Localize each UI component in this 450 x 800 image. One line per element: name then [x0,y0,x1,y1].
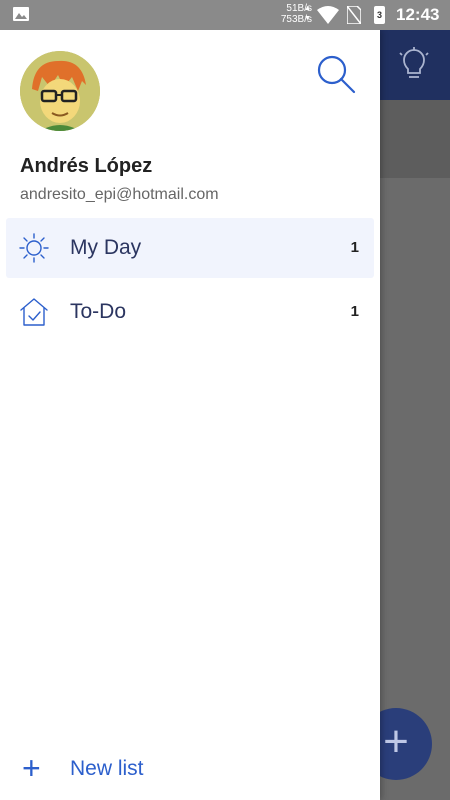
user-email: andresito_epi@hotmail.com [20,186,219,203]
status-bar: 51B/s 753B/s ▲ ▼ 3 12:43 [0,0,450,30]
image-icon [13,7,29,21]
nav-item-count: 1 [350,239,359,256]
user-name: Andrés López [20,155,153,177]
wifi-icon [317,6,339,24]
battery-icon: 3 [374,6,385,24]
nav-item-count: 1 [350,303,359,320]
lightbulb-icon[interactable] [397,47,431,83]
nav-item-label: My Day [70,236,142,259]
nav-item-my-day[interactable]: My Day 1 [6,218,374,278]
new-list-button[interactable]: + New list [20,750,220,790]
plus-icon: + [22,750,41,786]
avatar-image [20,51,100,131]
nav-item-label: To-Do [70,300,127,323]
avatar[interactable] [20,51,100,131]
sun-icon [19,233,49,263]
navigation-drawer: Andrés López andresito_epi@hotmail.com M… [0,30,380,800]
no-sim-icon [347,6,361,24]
nav-item-to-do[interactable]: To-Do 1 [6,282,374,342]
search-icon[interactable] [314,52,358,96]
clock: 12:43 [396,5,440,24]
home-check-icon [20,298,48,326]
network-arrows-icon: ▲ ▼ [304,5,311,22]
new-list-label: New list [70,757,144,780]
